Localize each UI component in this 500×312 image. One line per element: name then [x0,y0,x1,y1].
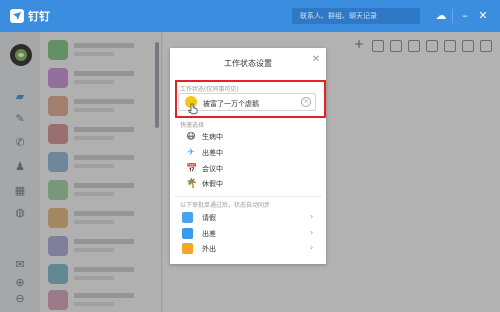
quick-option-label: 会议中 [202,165,223,173]
close-icon[interactable]: ✕ [310,54,322,66]
minimize-icon[interactable]: – [458,9,472,23]
leave-icon [182,212,193,223]
title-bar [0,0,500,32]
approval-leave[interactable]: 请假 › [182,212,320,224]
sick-face-icon: 😷 [186,132,196,142]
title-separator [452,9,453,23]
quick-option-meeting[interactable]: 📅 会议中 [186,163,223,175]
dingtalk-logo-icon [10,9,24,23]
close-window-icon[interactable]: ✕ [476,9,490,23]
quick-option-trip[interactable]: ✈ 出差中 [186,147,223,159]
approval-label: 外出 [202,245,216,253]
quick-option-sick[interactable]: 😷 生病中 [186,131,223,143]
approval-label: 请假 [202,214,216,222]
approval-sync-label: 以下审批单通过后，状态自动同步 [180,202,271,209]
app-logo: 钉钉 [10,8,50,24]
search-input[interactable]: 联系人、群组、聊天记录 [292,8,420,24]
approval-trip[interactable]: 出差 › [182,228,320,240]
approval-label: 出差 [202,230,216,238]
chevron-right-icon: › [310,212,314,221]
quick-option-label: 出差中 [202,149,223,157]
chevron-right-icon: › [310,228,314,237]
calendar-icon: 📅 [186,164,198,174]
quick-select-label: 快速选择 [180,122,205,129]
app-name: 钉钉 [28,10,50,23]
palm-tree-icon: 🌴 [186,179,198,189]
outing-icon [182,243,193,254]
section-divider [174,196,322,197]
approval-outing[interactable]: 外出 › [182,243,320,255]
chevron-right-icon: › [310,243,314,252]
highlight-frame [175,80,326,118]
cloud-icon[interactable]: ☁ [434,9,448,23]
quick-option-label: 生病中 [202,133,223,141]
quick-option-vacation[interactable]: 🌴 休假中 [186,178,223,190]
dialog-title: 工作状态设置 [224,59,272,68]
airplane-icon: ✈ [187,148,195,158]
quick-option-label: 休假中 [202,180,223,188]
trip-icon [182,228,193,239]
